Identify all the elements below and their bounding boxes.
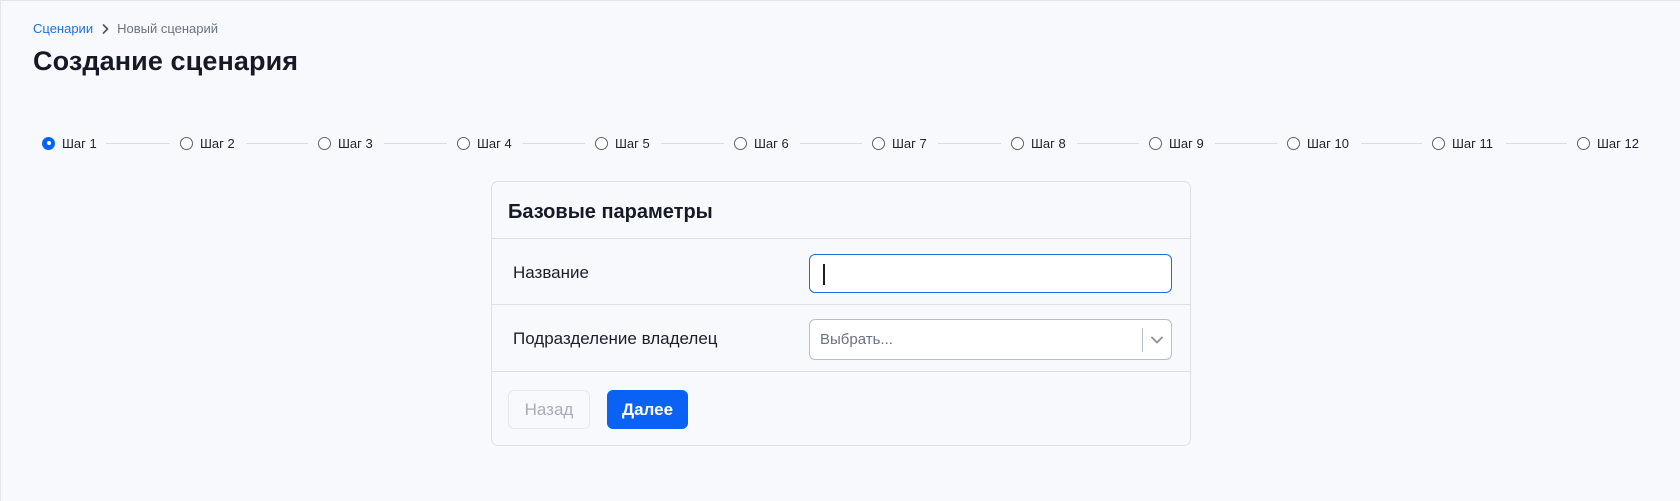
- step-connector: [800, 143, 862, 144]
- divider: [492, 371, 1190, 372]
- breadcrumb-link-scenarios[interactable]: Сценарии: [33, 21, 93, 36]
- step-connector: [1361, 143, 1422, 144]
- owner-select[interactable]: Выбрать...: [809, 319, 1172, 360]
- step-connector: [1215, 143, 1277, 144]
- step-connector: [384, 143, 447, 144]
- step-label: Шаг 4: [477, 135, 512, 151]
- step-label: Шаг 1: [62, 135, 97, 151]
- step-5[interactable]: Шаг 5: [595, 133, 650, 153]
- step-label: Шаг 10: [1307, 135, 1349, 151]
- name-label: Название: [513, 263, 589, 282]
- step-label: Шаг 3: [338, 135, 373, 151]
- step-label: Шаг 7: [892, 135, 927, 151]
- card-title: Базовые параметры: [508, 201, 713, 223]
- breadcrumb-current: Новый сценарий: [117, 21, 219, 36]
- step-connector: [1077, 143, 1139, 144]
- step-2[interactable]: Шаг 2: [180, 133, 235, 153]
- text-caret: [823, 264, 825, 285]
- step-3[interactable]: Шаг 3: [318, 133, 373, 153]
- left-border: [0, 0, 1, 501]
- name-input[interactable]: [810, 255, 1171, 292]
- divider: [492, 238, 1190, 239]
- step-11[interactable]: Шаг 11: [1432, 133, 1493, 153]
- back-button[interactable]: Назад: [508, 390, 590, 429]
- owner-label: Подразделение владелец: [513, 329, 718, 348]
- stepper: Шаг 1 Шаг 2 Шаг 3 Шаг 4 Шаг 5 Шаг 6 Шаг 7 Шаг 8…: [42, 133, 1642, 153]
- step-label: Шаг 9: [1169, 135, 1204, 151]
- basic-parameters-card: Базовые параметры Название Подразделение…: [491, 181, 1191, 446]
- name-field[interactable]: [809, 254, 1172, 293]
- step-connector: [523, 143, 585, 144]
- top-border: [0, 0, 1680, 1]
- step-connector: [661, 143, 724, 144]
- step-radio[interactable]: [180, 136, 193, 150]
- chevron-down-icon[interactable]: [1143, 320, 1171, 359]
- step-1[interactable]: Шаг 1: [42, 133, 97, 153]
- owner-select-placeholder: Выбрать...: [820, 331, 893, 348]
- step-connector: [938, 143, 1001, 144]
- step-radio[interactable]: [1011, 136, 1024, 150]
- step-radio[interactable]: [1287, 136, 1300, 150]
- step-radio[interactable]: [1432, 136, 1445, 150]
- divider: [492, 304, 1190, 305]
- step-10[interactable]: Шаг 10: [1287, 133, 1349, 153]
- step-12[interactable]: Шаг 12: [1577, 133, 1639, 153]
- step-label: Шаг 2: [200, 135, 235, 151]
- chevron-right-icon: [102, 23, 109, 34]
- step-radio[interactable]: [1149, 136, 1162, 150]
- step-radio[interactable]: [42, 136, 55, 150]
- step-label: Шаг 6: [754, 135, 789, 151]
- step-radio[interactable]: [318, 136, 331, 150]
- step-connector: [106, 143, 170, 144]
- step-radio[interactable]: [595, 136, 608, 150]
- step-label: Шаг 11: [1452, 135, 1493, 151]
- step-radio[interactable]: [1577, 136, 1590, 150]
- breadcrumb: Сценарии Новый сценарий: [33, 21, 218, 36]
- step-connector: [1506, 143, 1567, 144]
- step-9[interactable]: Шаг 9: [1149, 133, 1204, 153]
- step-8[interactable]: Шаг 8: [1011, 133, 1066, 153]
- next-button[interactable]: Далее: [607, 390, 688, 429]
- step-4[interactable]: Шаг 4: [457, 133, 512, 153]
- step-7[interactable]: Шаг 7: [872, 133, 927, 153]
- step-radio[interactable]: [872, 136, 885, 150]
- step-label: Шаг 5: [615, 135, 650, 151]
- step-connector: [246, 143, 308, 144]
- step-label: Шаг 12: [1597, 135, 1639, 151]
- step-label: Шаг 8: [1031, 135, 1066, 151]
- step-6[interactable]: Шаг 6: [734, 133, 789, 153]
- step-radio[interactable]: [734, 136, 747, 150]
- page-title: Создание сценария: [33, 46, 299, 76]
- step-radio[interactable]: [457, 136, 470, 150]
